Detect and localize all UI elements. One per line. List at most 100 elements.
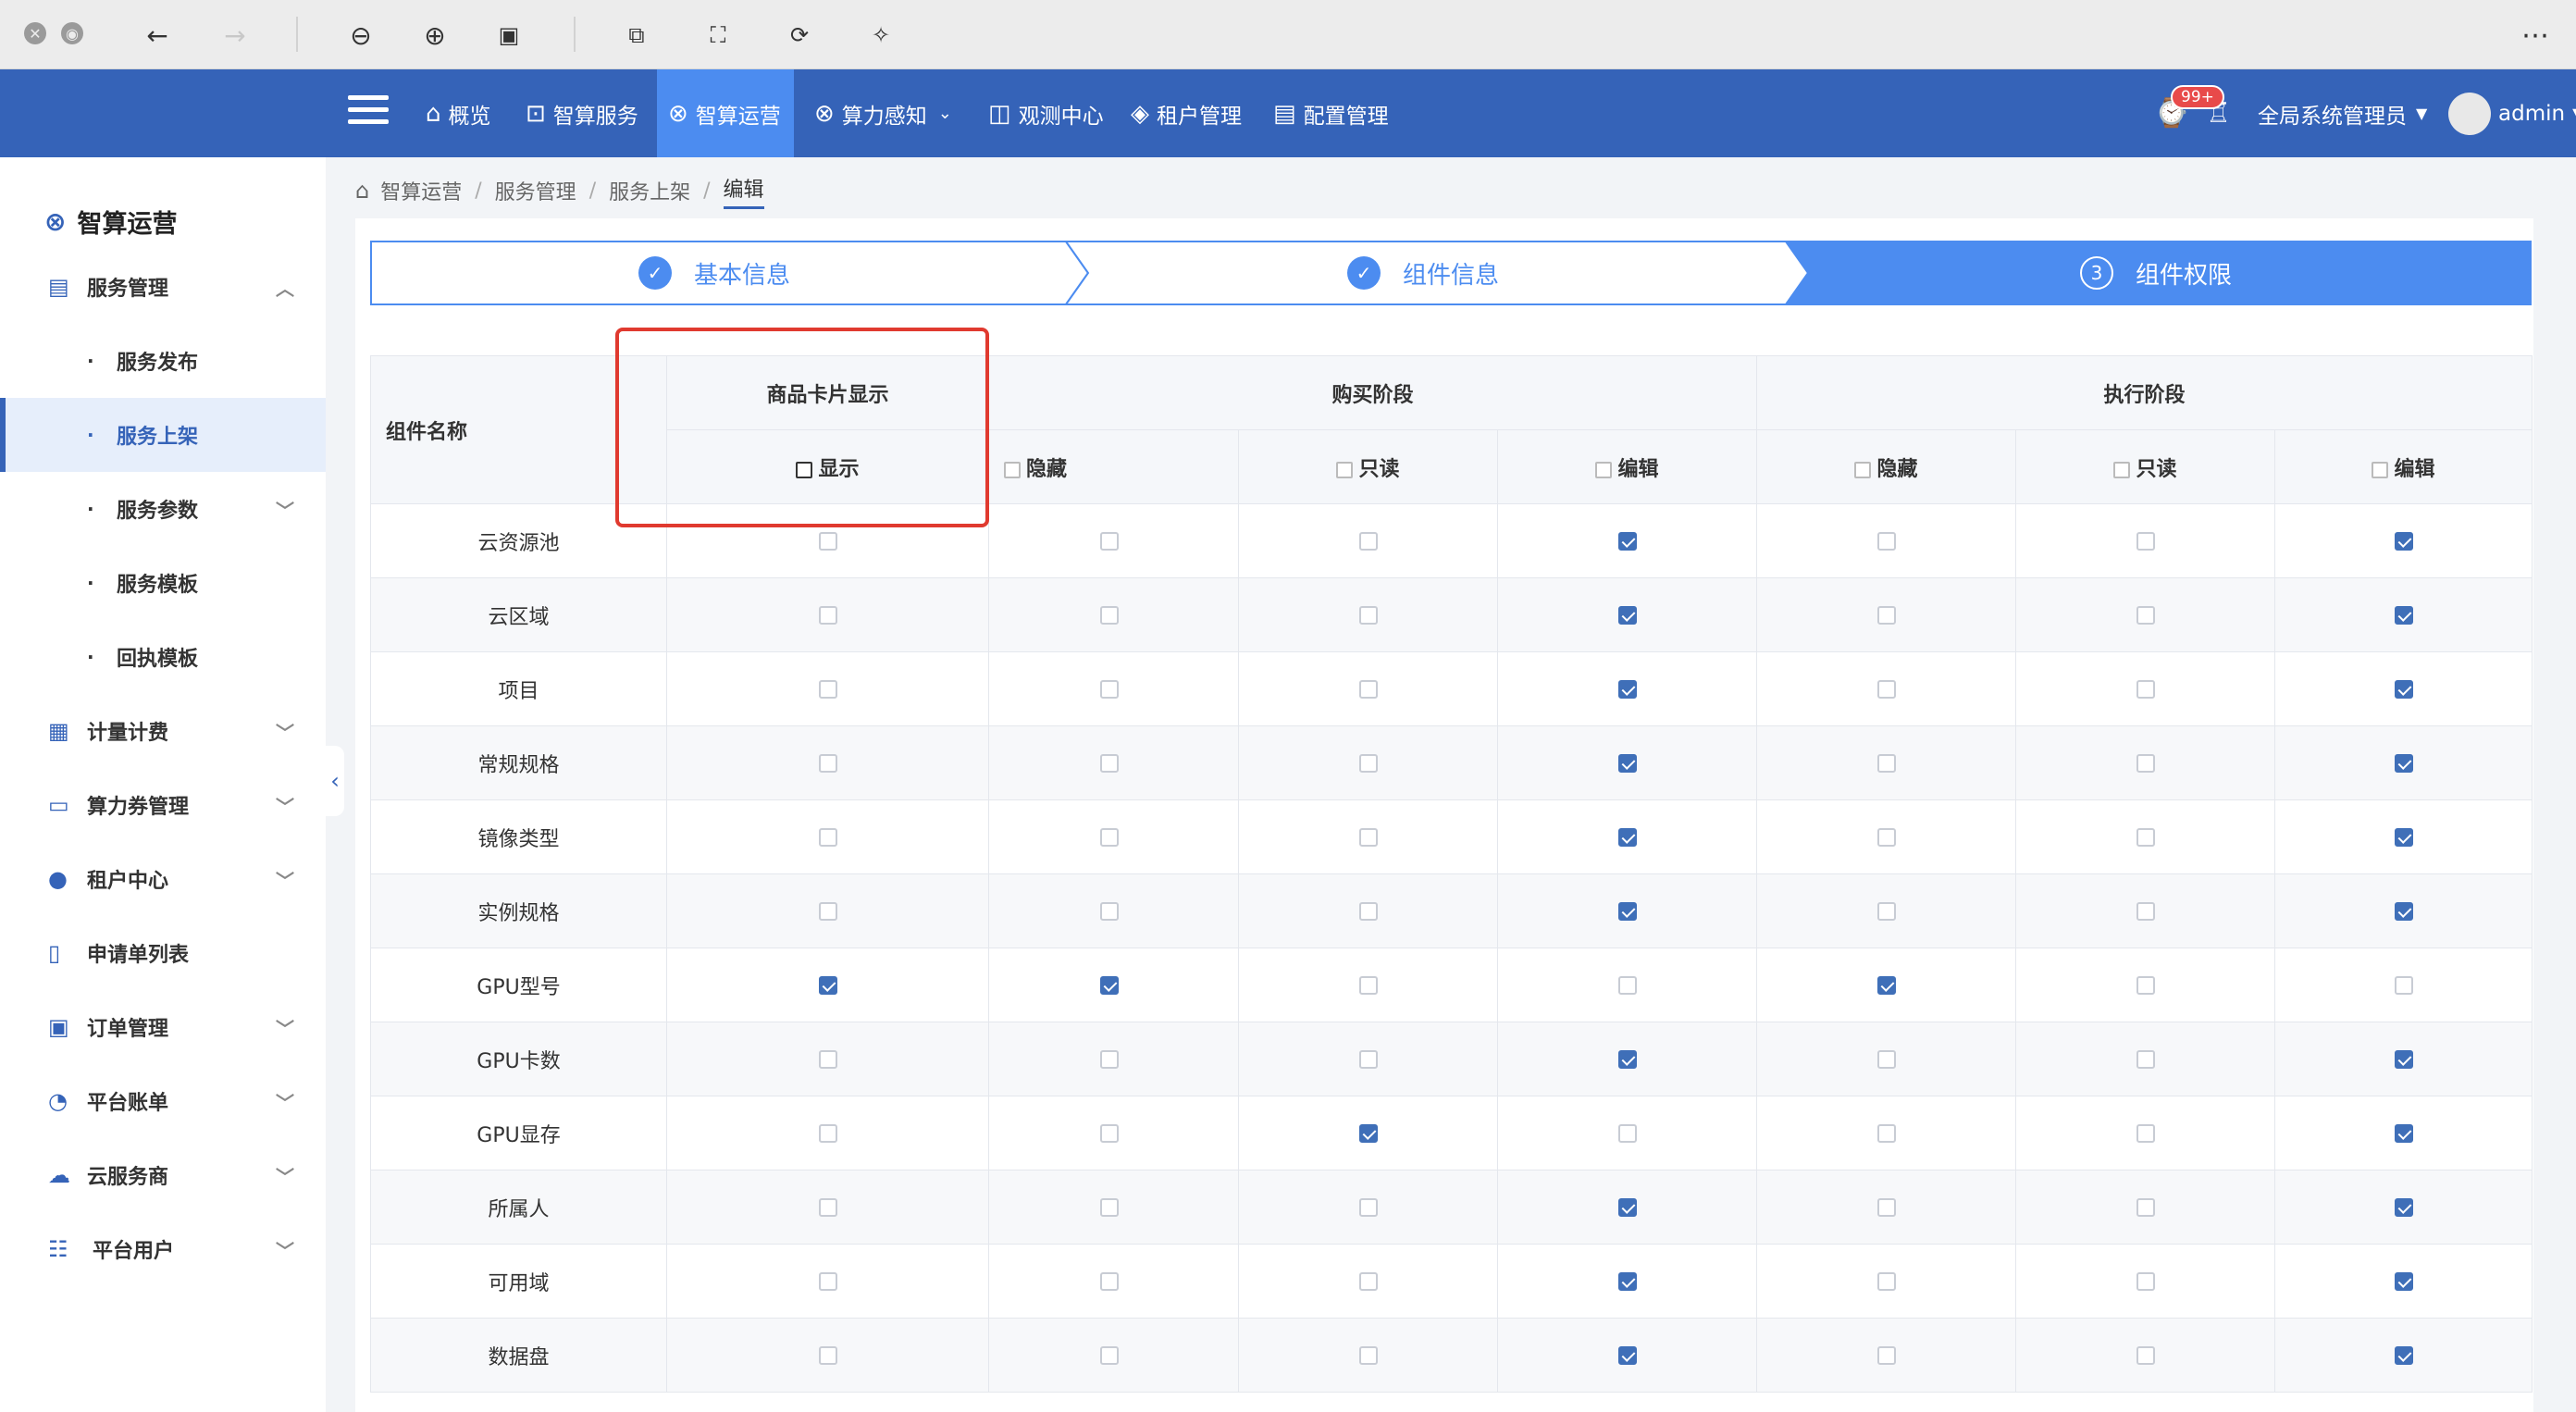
sidebar-item-service-mgmt[interactable]: ▤ 服务管理 ︿ [0,250,326,324]
sidebar-item-billing[interactable]: ▦ 计量计费 ﹀ [0,694,326,768]
shirt-icon[interactable]: ♖ [2206,69,2231,157]
permission-checkbox[interactable] [1617,754,1637,773]
permission-checkbox[interactable] [1358,680,1378,699]
sidebar-item-service-publish[interactable]: · 服务发布 [0,324,326,398]
sidebar-item-platform-users[interactable]: ☷ 平台用户 ﹀ [0,1212,326,1286]
permission-checkbox[interactable] [1876,680,1896,699]
col-buy-edit[interactable]: 编辑 [1497,429,1757,504]
permission-checkbox[interactable] [1358,976,1378,995]
permission-checkbox[interactable] [1100,606,1119,625]
permission-checkbox[interactable] [1358,902,1378,921]
permission-checkbox[interactable] [1876,532,1896,551]
permission-checkbox[interactable] [818,1346,837,1365]
permission-checkbox[interactable] [2136,1050,2155,1069]
permission-checkbox[interactable] [1100,532,1119,551]
sidebar-item-receipt-template[interactable]: · 回执模板 [0,620,326,694]
permission-checkbox[interactable] [1358,1124,1378,1143]
permission-checkbox[interactable] [818,976,837,995]
breadcrumb-item[interactable]: 服务上架 [609,176,690,205]
col-exec-edit[interactable]: 编辑 [2274,429,2533,504]
sidebar-item-request-list[interactable]: ▯ 申请单列表 [0,916,326,990]
header-checkbox[interactable] [1854,461,1872,478]
permission-checkbox[interactable] [1100,1124,1119,1143]
permission-checkbox[interactable] [2394,828,2413,847]
magic-wand-icon[interactable]: ✧ [862,17,899,54]
copy-icon[interactable]: ⧉ [618,17,655,54]
fullscreen-icon[interactable]: ⛶ [700,17,737,54]
permission-checkbox[interactable] [818,1198,837,1217]
permission-checkbox[interactable] [1617,1346,1637,1365]
permission-checkbox[interactable] [1876,1050,1896,1069]
header-checkbox[interactable] [796,461,813,478]
more-icon[interactable]: ⋯ [2517,17,2554,54]
permission-checkbox[interactable] [2136,754,2155,773]
permission-checkbox[interactable] [2394,1346,2413,1365]
permission-checkbox[interactable] [2136,902,2155,921]
permission-checkbox[interactable] [1358,1272,1378,1291]
permission-checkbox[interactable] [2394,1124,2413,1143]
nav-compute-ops[interactable]: ⊗ 智算运营 [657,69,794,157]
permission-checkbox[interactable] [1100,902,1119,921]
permission-checkbox[interactable] [818,606,837,625]
col-buy-hide[interactable]: 隐藏 [988,429,1239,504]
permission-checkbox[interactable] [2394,680,2413,699]
permission-checkbox[interactable] [1100,1050,1119,1069]
permission-checkbox[interactable] [1617,532,1637,551]
permission-checkbox[interactable] [1100,1346,1119,1365]
sidebar-item-service-params[interactable]: · 服务参数 ﹀ [0,472,326,546]
sidebar-item-tenant-center[interactable]: ● 租户中心 ﹀ [0,842,326,916]
permission-checkbox[interactable] [1876,828,1896,847]
permission-checkbox[interactable] [1617,1272,1637,1291]
sidebar-item-platform-bill[interactable]: ◔ 平台账单 ﹀ [0,1064,326,1138]
header-checkbox[interactable] [1595,461,1613,478]
sidebar-item-voucher[interactable]: ▭ 算力券管理 ﹀ [0,768,326,842]
permission-checkbox[interactable] [2394,1272,2413,1291]
permission-checkbox[interactable] [1358,1198,1378,1217]
permission-checkbox[interactable] [818,680,837,699]
user-dropdown[interactable]: admin▼ [2498,69,2576,157]
nav-config[interactable]: ▤ 配置管理 [1262,69,1400,157]
step-component-info[interactable]: ✓ 组件信息 [1347,241,1499,305]
permission-checkbox[interactable] [818,828,837,847]
sidebar-collapse-icon[interactable]: ‹ [326,746,344,816]
nav-compute-service[interactable]: ⊡ 智算服务 [514,69,650,157]
permission-checkbox[interactable] [1100,828,1119,847]
permission-checkbox[interactable] [2136,1272,2155,1291]
role-dropdown[interactable]: 全局系统管理员 ▼ [2258,69,2427,157]
permission-checkbox[interactable] [1100,1272,1119,1291]
permission-checkbox[interactable] [1876,754,1896,773]
col-exec-readonly[interactable]: 只读 [2015,429,2275,504]
permission-checkbox[interactable] [2136,1124,2155,1143]
back-arrow-icon[interactable]: ← [139,17,176,54]
permission-checkbox[interactable] [1876,1346,1896,1365]
permission-checkbox[interactable] [1358,1346,1378,1365]
breadcrumb-item[interactable]: 智算运营 [380,176,462,205]
avatar[interactable] [2448,93,2491,135]
permission-checkbox[interactable] [1358,606,1378,625]
permission-checkbox[interactable] [818,1272,837,1291]
nav-observe[interactable]: ◫ 观测中心 [977,69,1115,157]
rotate-icon[interactable]: ⟳ [781,17,818,54]
sidebar-item-orders[interactable]: ▣ 订单管理 ﹀ [0,990,326,1064]
permission-checkbox[interactable] [2394,532,2413,551]
permission-checkbox[interactable] [1100,976,1119,995]
permission-checkbox[interactable] [2136,828,2155,847]
col-card-show[interactable]: 显示 [666,429,989,504]
permission-checkbox[interactable] [2394,976,2413,995]
breadcrumb-item[interactable]: 服务管理 [495,176,576,205]
zoom-out-icon[interactable]: ⊖ [342,17,379,54]
col-exec-hide[interactable]: 隐藏 [1756,429,2016,504]
permission-checkbox[interactable] [818,532,837,551]
permission-checkbox[interactable] [1617,828,1637,847]
permission-checkbox[interactable] [1876,902,1896,921]
permission-checkbox[interactable] [1358,828,1378,847]
permission-checkbox[interactable] [2136,680,2155,699]
permission-checkbox[interactable] [2136,1346,2155,1365]
header-checkbox[interactable] [1336,461,1354,478]
forward-arrow-icon[interactable]: → [217,17,254,54]
permission-checkbox[interactable] [2136,532,2155,551]
permission-checkbox[interactable] [1876,1124,1896,1143]
permission-checkbox[interactable] [1617,1198,1637,1217]
col-buy-readonly[interactable]: 只读 [1238,429,1498,504]
permission-checkbox[interactable] [2136,1198,2155,1217]
